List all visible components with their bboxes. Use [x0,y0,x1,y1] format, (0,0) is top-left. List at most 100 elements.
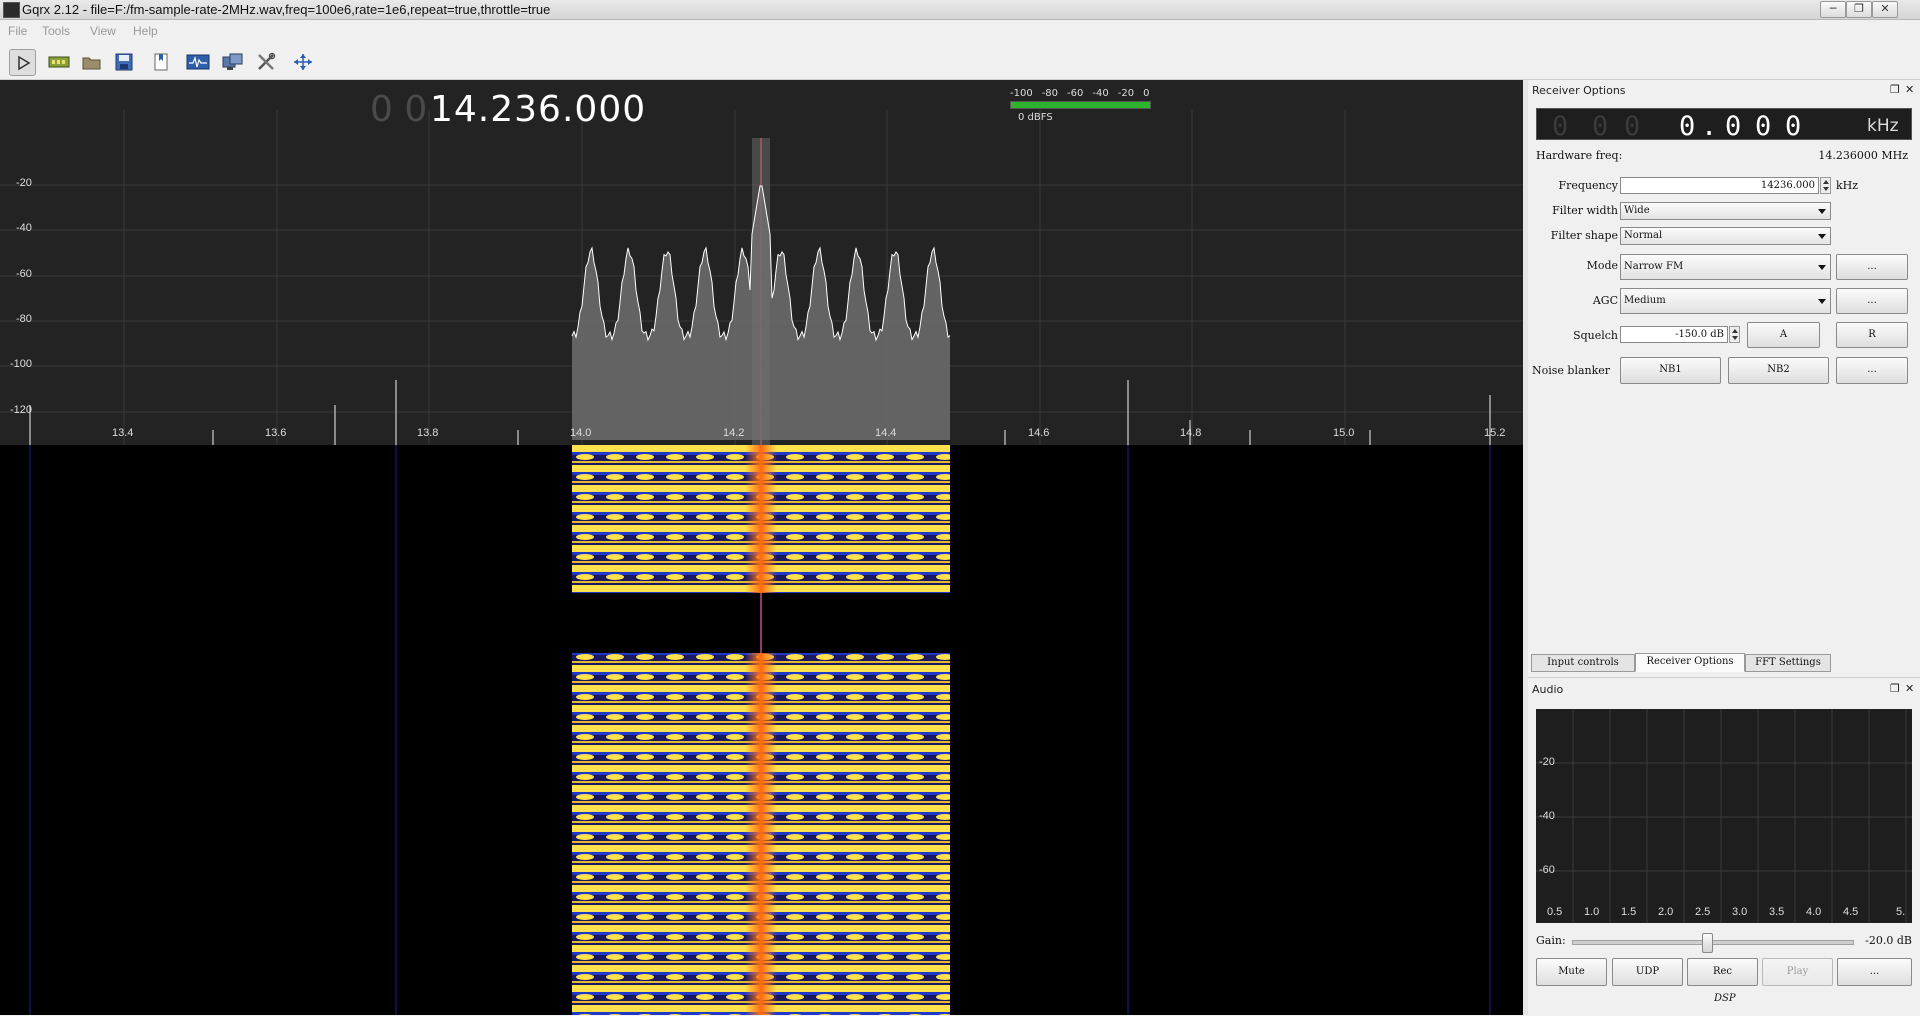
nb-options-button[interactable]: ... [1836,357,1908,384]
adjust-icon[interactable] [290,49,316,75]
play-icon[interactable] [9,49,36,76]
frequency-label: Frequency [1558,179,1619,192]
x-tick: 4.5 [1843,906,1859,918]
tools-icon[interactable] [253,49,279,75]
menu-help[interactable]: Help [133,24,158,38]
receiver-options-title: Receiver Options [1532,84,1626,97]
chevron-down-icon [1818,234,1826,239]
x-tick: 14.6 [1028,427,1050,439]
x-tick: 13.6 [265,427,287,439]
filter-width-label: Filter width [1552,204,1618,217]
fft-plot[interactable]: 0 0 14.236.000 -100 -80 -60 -40 -20 0 0 … [0,80,1523,445]
squelch-input[interactable]: -150.0 dB [1620,326,1728,343]
agc-options-button[interactable]: ... [1836,288,1908,314]
mode-label: Mode [1586,259,1618,272]
level-meter: -100 -80 -60 -40 -20 0 0 dBFS [1010,88,1151,128]
nb1-button[interactable]: NB1 [1620,357,1721,384]
x-tick: 14.8 [1180,427,1202,439]
filter-shape-label: Filter shape [1550,229,1618,242]
agc-select[interactable]: Medium [1620,288,1831,314]
y-tick: -40 [16,222,32,234]
mute-button[interactable]: Mute [1536,958,1607,986]
chevron-down-icon [1818,265,1826,270]
gain-label: Gain: [1536,934,1566,947]
x-tick: 13.4 [112,427,134,439]
lcd-digit[interactable]: 0 [1552,111,1568,142]
mode-select[interactable]: Narrow FM [1620,254,1831,280]
lcd-digit[interactable]: 0 [1679,111,1695,142]
waterfall-plot[interactable] [0,445,1523,1015]
squelch-spinner[interactable] [1729,326,1740,343]
float-icon[interactable]: ❐ [1890,682,1900,695]
frequency-unit: kHz [1836,179,1859,192]
close-icon[interactable]: ✕ [1905,83,1914,96]
agc-value: Medium [1624,295,1666,306]
lcd-digit[interactable]: 0 [1725,111,1741,142]
tab-input-controls[interactable]: Input controls [1531,654,1635,672]
audio-fft-plot[interactable]: -20 -40 -60 0.5 1.0 1.5 2.0 2.5 3.0 3.5 … [1536,709,1912,923]
save-icon[interactable] [111,49,137,75]
menu-tools[interactable]: Tools [42,24,70,38]
filter-shape-select[interactable]: Normal [1620,227,1831,245]
x-tick: 0.5 [1547,906,1563,918]
meter-tick: 0 [1143,88,1150,99]
lcd-digit[interactable]: 0 [1624,111,1640,142]
lcd-digit[interactable]: 0 [1592,111,1608,142]
lcd-frequency[interactable]: 0 0 0 0 . 0 0 0 kHz [1536,108,1912,142]
tab-receiver-options[interactable]: Receiver Options [1635,653,1745,672]
chevron-down-icon [1818,209,1826,214]
dsp-label: DSP [1714,993,1736,1004]
meter-tick: -60 [1067,88,1084,99]
filter-width-value: Wide [1624,205,1650,216]
close-button[interactable]: ✕ [1872,1,1898,18]
hardware-icon[interactable] [46,49,72,75]
bookmark-icon[interactable] [148,49,174,75]
close-icon[interactable]: ✕ [1905,682,1914,695]
mode-options-button[interactable]: ... [1836,254,1908,280]
meter-tick: -100 [1010,88,1033,99]
open-icon[interactable] [79,49,105,75]
right-panel: Receiver Options ❐ ✕ 0 0 0 0 . 0 0 0 kHz… [1528,80,1920,1015]
remote-control-icon[interactable] [220,49,246,75]
x-tick: 2.0 [1658,906,1674,918]
lcd-unit: kHz [1867,116,1899,136]
x-tick: 15.0 [1333,427,1355,439]
float-icon[interactable]: ❐ [1890,83,1900,96]
restore-button[interactable]: ❐ [1846,1,1872,18]
lcd-digit[interactable]: 0 [1755,111,1771,142]
dsp-icon[interactable] [185,49,211,75]
y-tick: -80 [16,313,32,325]
window-title: Gqrx 2.12 - file=F:/fm-sample-rate-2MHz.… [22,2,551,17]
frequency-input[interactable]: 14236.000 [1620,177,1819,194]
squelch-auto-button[interactable]: A [1747,322,1820,348]
menu-view[interactable]: View [90,24,116,38]
gain-slider[interactable] [1572,933,1854,953]
record-button[interactable]: Rec [1687,958,1758,986]
freq-display[interactable]: 14.236.000 [430,89,646,130]
x-tick: 3.5 [1769,906,1785,918]
filter-width-select[interactable]: Wide [1620,202,1831,220]
y-tick: -40 [1539,810,1555,822]
x-tick: 3.0 [1732,906,1748,918]
audio-options-button[interactable]: ... [1837,958,1912,986]
menu-file[interactable]: File [8,24,27,38]
title-bar: Gqrx 2.12 - file=F:/fm-sample-rate-2MHz.… [0,0,1920,20]
chevron-down-icon [1818,299,1826,304]
squelch-label: Squelch [1573,329,1618,342]
x-tick: 4.0 [1806,906,1822,918]
meter-tick: -40 [1092,88,1109,99]
minimize-button[interactable]: ─ [1820,1,1846,18]
squelch-reset-button[interactable]: R [1836,322,1908,348]
lcd-digit[interactable]: 0 [1785,111,1801,142]
nb2-button[interactable]: NB2 [1728,357,1829,384]
frequency-spinner[interactable] [1820,177,1831,194]
hw-freq-value: 14.236000 MHz [1818,149,1908,162]
x-tick: 13.8 [417,427,439,439]
tab-fft-settings[interactable]: FFT Settings [1745,654,1831,672]
play-button[interactable]: Play [1762,958,1833,986]
x-tick: 15.2 [1484,427,1506,439]
meter-tick: -80 [1041,88,1059,99]
slider-handle[interactable] [1702,933,1713,953]
udp-button[interactable]: UDP [1612,958,1683,986]
y-tick: -60 [1539,864,1555,876]
